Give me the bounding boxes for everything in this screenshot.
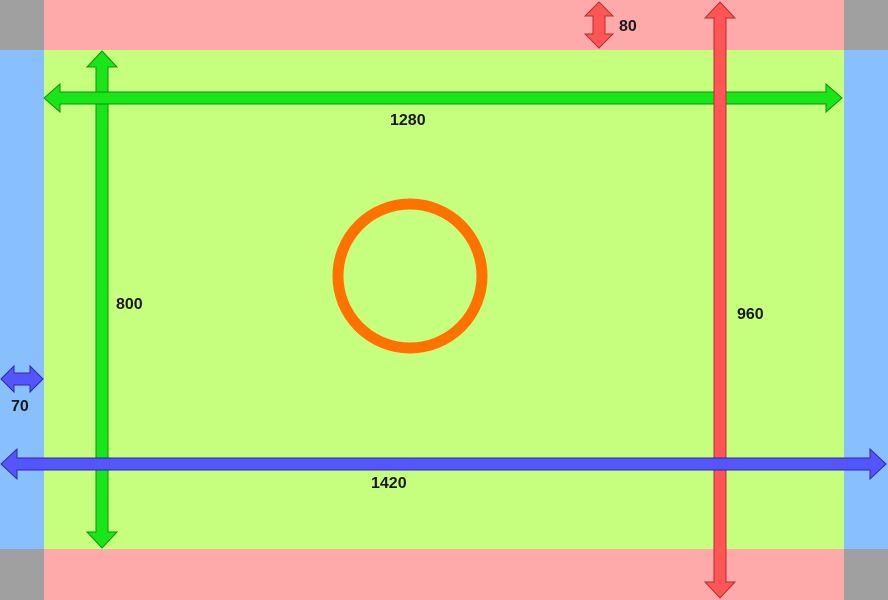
left-band bbox=[0, 50, 44, 549]
top-margin-label: 80 bbox=[619, 18, 637, 35]
side-margin-label: 70 bbox=[11, 398, 29, 415]
full-width-label: 1420 bbox=[371, 475, 407, 492]
resolution-diagram: 1280 800 1420 960 70 80 bbox=[0, 0, 888, 600]
corner-bottom-right bbox=[844, 549, 888, 600]
corner-top-right bbox=[844, 0, 888, 50]
right-band bbox=[844, 50, 888, 549]
full-height-label: 960 bbox=[737, 306, 764, 323]
corner-top-left bbox=[0, 0, 44, 50]
safe-width-label: 1280 bbox=[390, 112, 426, 129]
safe-height-label: 800 bbox=[116, 296, 143, 313]
corner-bottom-left bbox=[0, 549, 44, 600]
